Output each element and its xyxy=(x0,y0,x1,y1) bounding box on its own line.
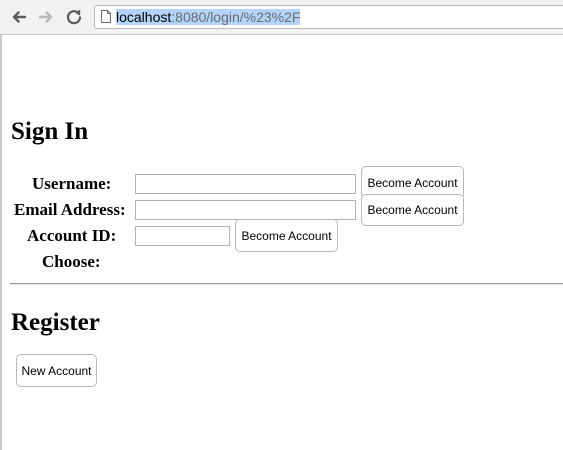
become-account-email-button[interactable]: Become Account xyxy=(361,194,464,226)
url-path: :8080/login/%23%2F xyxy=(171,9,301,25)
back-arrow-icon xyxy=(12,11,27,23)
register-heading: Register xyxy=(11,309,100,336)
username-label: Username: xyxy=(32,174,112,193)
browser-toolbar: localhost:8080/login/%23%2F xyxy=(0,0,563,35)
username-input[interactable] xyxy=(135,174,356,194)
sign-in-heading: Sign In xyxy=(11,118,89,145)
choose-label: Choose: xyxy=(42,252,101,271)
section-divider xyxy=(10,283,563,285)
url-text[interactable]: localhost:8080/login/%23%2F xyxy=(116,9,301,25)
forward-button[interactable] xyxy=(36,7,56,27)
email-input[interactable] xyxy=(135,200,356,220)
new-account-button[interactable]: New Account xyxy=(16,354,97,387)
url-host: localhost xyxy=(116,9,172,25)
account-id-input[interactable] xyxy=(135,226,230,246)
reload-icon xyxy=(66,9,82,25)
account-id-label: Account ID: xyxy=(27,226,117,245)
reload-button[interactable] xyxy=(64,7,84,27)
window-edge xyxy=(0,35,2,450)
page-icon xyxy=(101,10,111,23)
back-button[interactable] xyxy=(9,7,29,27)
email-label: Email Address: xyxy=(14,200,126,219)
address-bar[interactable]: localhost:8080/login/%23%2F xyxy=(94,5,563,29)
forward-arrow-icon xyxy=(38,11,53,23)
become-account-id-button[interactable]: Become Account xyxy=(235,219,338,252)
